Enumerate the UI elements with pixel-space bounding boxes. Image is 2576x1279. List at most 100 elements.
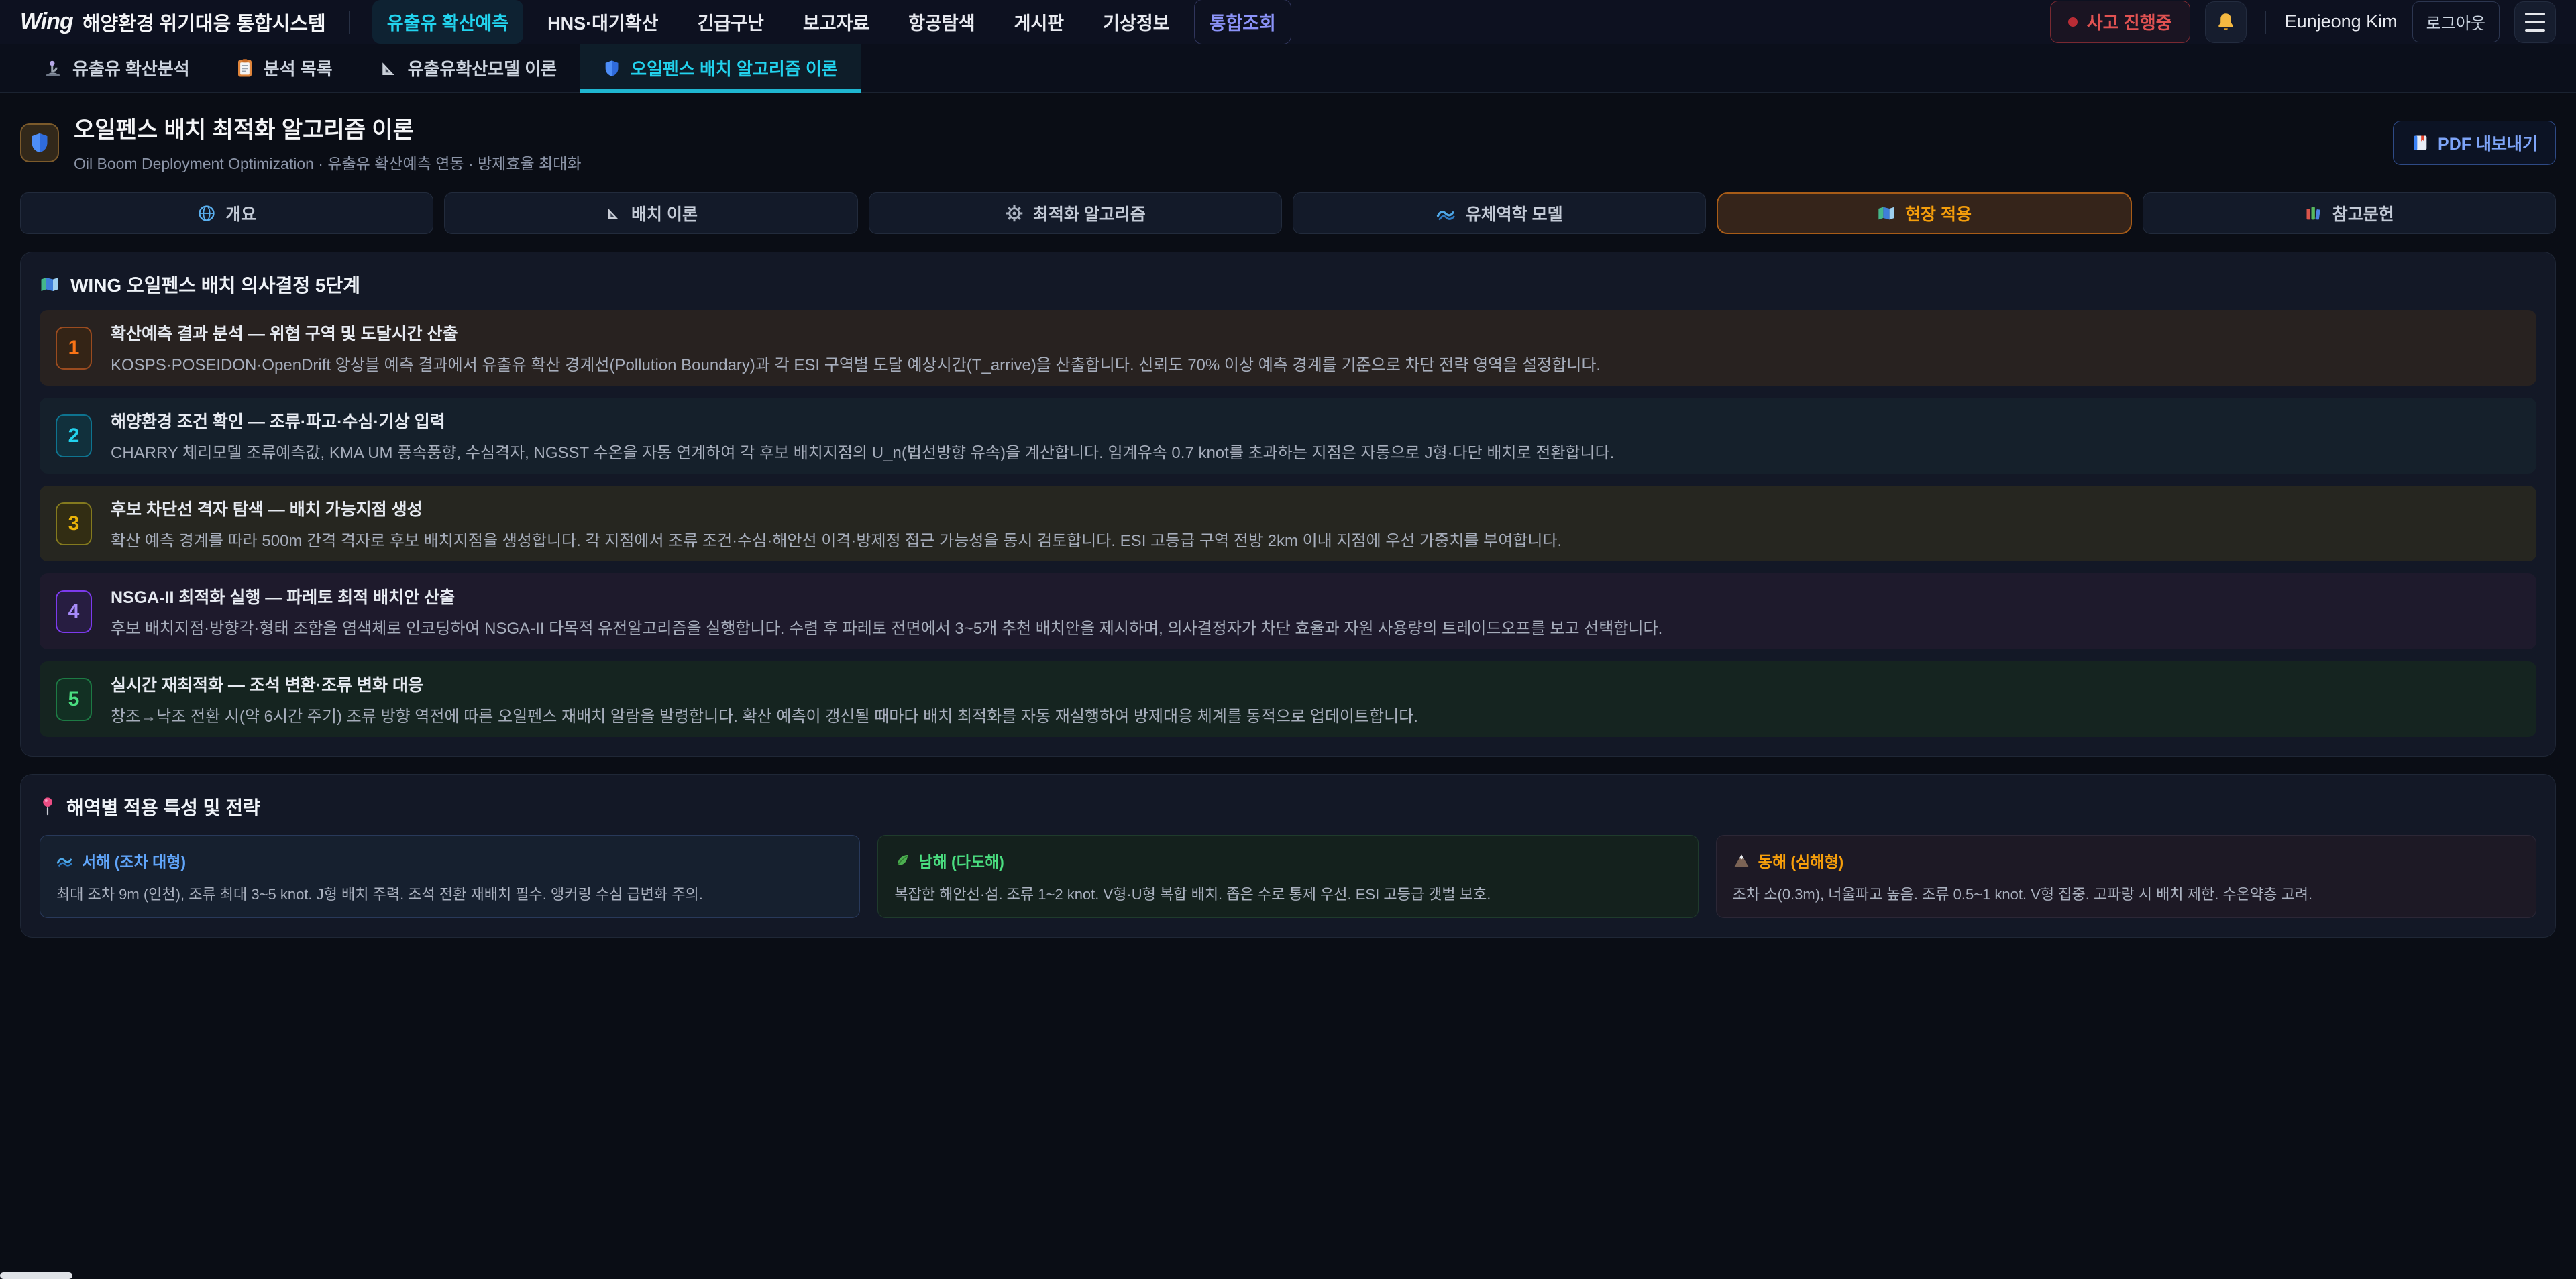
region-strategy-panel: 해역별 적용 특성 및 전략 서해 (조차 대형) 최대 조차 9m (인천),… bbox=[20, 774, 2556, 938]
topbar: Wing 해양환경 위기대응 통합시스템 유출유 확산예측 HNS·대기확산 긴… bbox=[0, 0, 2576, 44]
pdf-export-label: PDF 내보내기 bbox=[2438, 131, 2538, 155]
step-row-5: 5 실시간 재최적화 — 조석 변환·조류 변화 대응 창조→낙조 전환 시(약… bbox=[40, 661, 2536, 737]
app-title: 해양환경 위기대응 통합시스템 bbox=[83, 8, 326, 36]
subtab-label: 오일펜스 배치 알고리즘 이론 bbox=[631, 56, 838, 80]
step-title: 확산예측 결과 분석 — 위협 구역 및 도달시간 산출 bbox=[111, 321, 1601, 345]
map-icon bbox=[1877, 205, 1896, 222]
book-export-icon bbox=[2411, 133, 2430, 152]
nav-item-hns-air-diffusion[interactable]: HNS·대기확산 bbox=[533, 0, 673, 44]
globe-icon bbox=[197, 204, 216, 223]
step-title: 해양환경 조건 확인 — 조류·파고·수심·기상 입력 bbox=[111, 408, 1614, 433]
leaf-icon bbox=[894, 852, 910, 869]
region-card-east-sea: 동해 (심해형) 조차 소(0.3m), 너울파고 높음. 조류 0.5~1 k… bbox=[1716, 835, 2536, 918]
nav-item-aerial-search[interactable]: 항공탐색 bbox=[894, 0, 989, 44]
books-icon bbox=[2304, 205, 2323, 222]
status-dot-icon bbox=[2068, 17, 2078, 27]
decision-steps-panel: WING 오일펜스 배치 의사결정 5단계 1 확산예측 결과 분석 — 위협 … bbox=[20, 252, 2556, 757]
step-description: 창조→낙조 전환 시(약 6시간 주기) 조류 방향 역전에 따른 오일펜스 재… bbox=[111, 703, 1418, 726]
divider bbox=[2265, 11, 2266, 34]
section-tab-label: 현장 적용 bbox=[1905, 201, 1972, 225]
steps-panel-title-row: WING 오일펜스 배치 의사결정 5단계 bbox=[40, 271, 2536, 298]
region-card-description: 복잡한 해안선·섬. 조류 1~2 knot. V형·U형 복합 배치. 좁은 … bbox=[894, 883, 1681, 904]
nav-item-oil-spill-prediction[interactable]: 유출유 확산예측 bbox=[372, 0, 523, 44]
step-number-badge: 2 bbox=[56, 414, 92, 457]
step-row-2: 2 해양환경 조건 확인 — 조류·파고·수심·기상 입력 CHARRY 체리모… bbox=[40, 398, 2536, 474]
region-card-header: 서해 (조차 대형) bbox=[56, 849, 843, 872]
app-logo: Wing bbox=[20, 9, 73, 35]
notifications-button[interactable] bbox=[2205, 1, 2247, 43]
step-number-badge: 5 bbox=[56, 678, 92, 721]
menu-button[interactable] bbox=[2514, 1, 2556, 43]
section-tab-label: 참고문헌 bbox=[2332, 201, 2394, 225]
page-title: 오일펜스 배치 최적화 알고리즘 이론 bbox=[74, 111, 2393, 144]
triangle-ruler-icon bbox=[604, 205, 622, 222]
divider bbox=[349, 11, 350, 34]
step-description: KOSPS·POSEIDON·OpenDrift 앙상블 예측 결과에서 유출유… bbox=[111, 351, 1601, 375]
tab-diffusion-model-theory[interactable]: 유출유확산모델 이론 bbox=[356, 44, 580, 92]
step-number-badge: 4 bbox=[56, 590, 92, 633]
topbar-right: 사고 진행중 Eunjeong Kim 로그아웃 bbox=[2050, 1, 2556, 43]
page-icon-container bbox=[20, 123, 59, 162]
wave-icon bbox=[1436, 205, 1456, 222]
nav-item-reports[interactable]: 보고자료 bbox=[788, 0, 884, 44]
step-title: NSGA-II 최적화 실행 — 파레토 최적 배치안 산출 bbox=[111, 584, 1662, 608]
tab-boom-algorithm-theory[interactable]: 오일펜스 배치 알고리즘 이론 bbox=[580, 44, 861, 92]
horizontal-scrollbar[interactable] bbox=[0, 1272, 72, 1279]
hamburger-icon bbox=[2525, 13, 2545, 32]
top-navigation: 유출유 확산예측 HNS·대기확산 긴급구난 보고자료 항공탐색 게시판 기상정… bbox=[372, 0, 2050, 44]
section-tabbar: 개요 배치 이론 최적화 알고리즘 유체역학 모델 bbox=[0, 187, 2576, 234]
region-card-title: 동해 (심해형) bbox=[1758, 849, 1844, 872]
step-row-3: 3 후보 차단선 격자 탐색 — 배치 가능지점 생성 확산 예측 경계를 따라… bbox=[40, 486, 2536, 561]
region-panel-title: 해역별 적용 특성 및 전략 bbox=[66, 793, 260, 820]
section-tab-deployment-theory[interactable]: 배치 이론 bbox=[444, 192, 857, 234]
sub-tabbar: 유출유 확산분석 분석 목록 유출유확산모델 이론 오일펜스 배치 알고리즘 이… bbox=[0, 44, 2576, 93]
step-texts: 확산예측 결과 분석 — 위협 구역 및 도달시간 산출 KOSPS·POSEI… bbox=[111, 321, 1601, 375]
incident-badge-label: 사고 진행중 bbox=[2087, 9, 2172, 34]
section-tab-overview[interactable]: 개요 bbox=[20, 192, 433, 234]
step-texts: 후보 차단선 격자 탐색 — 배치 가능지점 생성 확산 예측 경계를 따라 5… bbox=[111, 496, 1562, 551]
region-card-title: 남해 (다도해) bbox=[918, 849, 1004, 872]
subtab-label: 유출유확산모델 이론 bbox=[408, 56, 557, 80]
section-tab-field-application[interactable]: 현장 적용 bbox=[1717, 192, 2131, 234]
incident-status-badge[interactable]: 사고 진행중 bbox=[2050, 1, 2190, 43]
section-tab-references[interactable]: 참고문헌 bbox=[2143, 192, 2556, 234]
section-tab-label: 최적화 알고리즘 bbox=[1033, 201, 1146, 225]
section-tab-label: 배치 이론 bbox=[631, 201, 698, 225]
region-cards: 서해 (조차 대형) 최대 조차 9m (인천), 조류 최대 3~5 knot… bbox=[40, 835, 2536, 918]
nav-item-weather-info[interactable]: 기상정보 bbox=[1088, 0, 1184, 44]
page-subtitle: Oil Boom Deployment Optimization · 유출유 확… bbox=[74, 151, 2393, 174]
section-tab-hydrodynamic-model[interactable]: 유체역학 모델 bbox=[1293, 192, 1706, 234]
tab-analysis-list[interactable]: 분석 목록 bbox=[213, 44, 356, 92]
section-tab-optimization-algorithm[interactable]: 최적화 알고리즘 bbox=[869, 192, 1282, 234]
step-row-1: 1 확산예측 결과 분석 — 위협 구역 및 도달시간 산출 KOSPS·POS… bbox=[40, 310, 2536, 386]
step-description: CHARRY 체리모델 조류예측값, KMA UM 풍속풍향, 수심격자, NG… bbox=[111, 439, 1614, 463]
logout-button[interactable]: 로그아웃 bbox=[2412, 1, 2500, 42]
triangle-ruler-icon bbox=[378, 58, 398, 78]
step-description: 후보 배치지점·방향각·형태 조합을 염색체로 인코딩하여 NSGA-II 다목… bbox=[111, 615, 1662, 638]
shield-icon bbox=[602, 58, 621, 78]
nav-item-board[interactable]: 게시판 bbox=[1000, 0, 1079, 44]
gear-icon bbox=[1005, 204, 1024, 223]
subtab-label: 유출유 확산분석 bbox=[72, 56, 190, 80]
tab-oil-spill-analysis[interactable]: 유출유 확산분석 bbox=[20, 44, 213, 92]
page-header: 오일펜스 배치 최적화 알고리즘 이론 Oil Boom Deployment … bbox=[0, 93, 2576, 187]
map-icon bbox=[40, 276, 60, 293]
section-tab-label: 개요 bbox=[225, 201, 256, 225]
step-description: 확산 예측 경계를 따라 500m 간격 격자로 후보 배치지점을 생성합니다.… bbox=[111, 527, 1562, 551]
region-card-description: 최대 조차 9m (인천), 조류 최대 3~5 knot. J형 배치 주력.… bbox=[56, 883, 843, 904]
pdf-export-button[interactable]: PDF 내보내기 bbox=[2393, 121, 2556, 165]
step-title: 실시간 재최적화 — 조석 변환·조류 변화 대응 bbox=[111, 672, 1418, 696]
pin-icon bbox=[40, 797, 56, 817]
region-panel-title-row: 해역별 적용 특성 및 전략 bbox=[40, 793, 2536, 820]
nav-item-integrated-search[interactable]: 통합조회 bbox=[1194, 0, 1291, 44]
mountain-icon bbox=[1733, 853, 1750, 868]
region-card-title: 서해 (조차 대형) bbox=[82, 849, 186, 872]
region-card-description: 조차 소(0.3m), 너울파고 높음. 조류 0.5~1 knot. V형 집… bbox=[1733, 883, 2520, 904]
brand: Wing 해양환경 위기대응 통합시스템 bbox=[20, 8, 326, 36]
step-texts: 실시간 재최적화 — 조석 변환·조류 변화 대응 창조→낙조 전환 시(약 6… bbox=[111, 672, 1418, 726]
subtab-label: 분석 목록 bbox=[264, 56, 333, 80]
user-name: Eunjeong Kim bbox=[2285, 11, 2398, 32]
nav-item-emergency-rescue[interactable]: 긴급구난 bbox=[683, 0, 779, 44]
step-texts: NSGA-II 최적화 실행 — 파레토 최적 배치안 산출 후보 배치지점·방… bbox=[111, 584, 1662, 638]
wave-icon bbox=[56, 853, 74, 868]
